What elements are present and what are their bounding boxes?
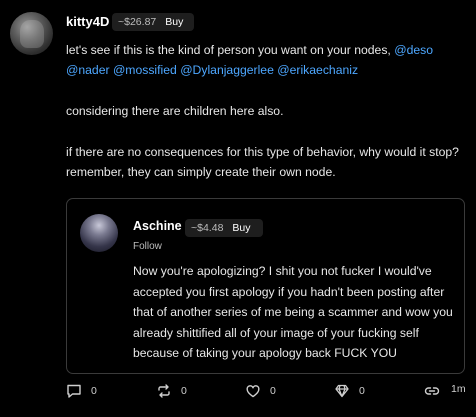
comment-action[interactable]: 0 [66,383,97,399]
post-paragraph-2: considering there are children here also… [66,104,284,118]
like-action[interactable]: 0 [245,383,276,399]
repost-action[interactable]: 0 [156,383,187,399]
like-count: 0 [270,385,276,397]
diamond-action[interactable]: 0 [334,383,365,399]
mention-link[interactable]: @erikaechaniz [277,63,358,77]
mention-link[interactable]: @mossified [113,63,177,77]
post-paragraph-3: if there are no consequences for this ty… [66,145,459,179]
comment-count: 0 [91,385,97,397]
coin-price: ~$26.87 [118,16,157,28]
quoted-username[interactable]: Aschine [133,219,182,233]
post-line-2: @nader @mossified @Dylanjaggerlee @erika… [66,60,466,80]
quoted-avatar[interactable] [80,214,118,252]
quoted-buy-button[interactable]: Buy [232,222,250,234]
repost-count: 0 [181,385,187,397]
copy-link-action[interactable] [424,383,440,399]
quoted-post[interactable]: Aschine ~$4.48 Buy Follow Now you're apo… [66,198,465,374]
post-actions-bar: 0 0 0 0 1m [0,383,476,405]
repost-icon [158,384,170,398]
follow-button[interactable]: Follow [133,241,162,252]
avatar[interactable] [10,12,53,55]
quoted-creator-coin-badge[interactable]: ~$4.48 Buy [185,219,263,237]
post-timestamp: 1m [451,383,466,395]
mention-link[interactable]: @Dylanjaggerlee [180,63,274,77]
buy-button[interactable]: Buy [165,16,183,28]
post-line-1: let's see if this is the kind of person … [66,43,434,57]
quoted-coin-price: ~$4.48 [191,222,224,234]
quoted-post-body: Now you're apologizing? I shit you not f… [133,264,453,360]
diamond-icon [335,384,349,398]
link-icon [424,387,440,395]
diamond-count: 0 [359,385,365,397]
creator-coin-badge[interactable]: ~$26.87 Buy [112,13,194,31]
comment-icon [67,384,81,398]
heart-icon [246,385,260,398]
post-username[interactable]: kitty4D [66,14,109,29]
post-body: let's see if this is the kind of person … [66,40,466,182]
mention-link[interactable]: @nader [66,63,110,77]
mention-link[interactable]: @deso [394,43,433,57]
